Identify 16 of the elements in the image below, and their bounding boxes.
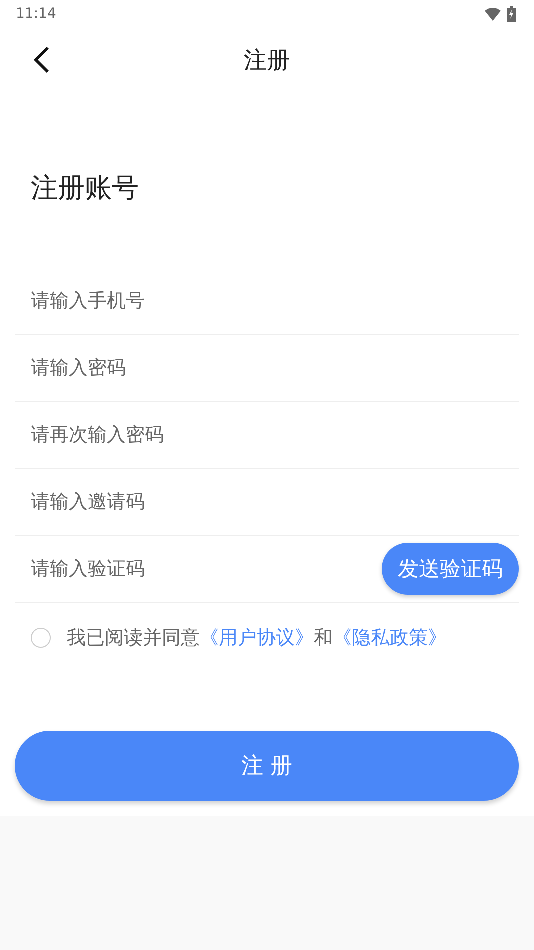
input-field[interactable]: 请再次输入密码 [15,402,519,468]
agreement-link[interactable]: 《用户协议》 [200,627,314,649]
heading: 注册账号 [31,172,140,206]
send-code-button[interactable]: 发送验证码 [382,543,519,595]
register-button[interactable]: 注 册 [15,731,519,801]
wifi-icon [485,8,501,20]
input-field[interactable]: 请输入邀请码 [15,469,519,535]
input-field[interactable]: 请输入密码 [15,335,519,401]
agreement-text: 我已阅读并同意《用户协议》和《隐私政策》 [67,626,447,651]
input-field[interactable]: 请输入手机号 [15,268,519,334]
agreement-link[interactable]: 《隐私政策》 [333,627,447,649]
input-field[interactable]: 请输入验证码 [15,536,382,602]
page-title: 注册 [244,46,290,76]
agree-checkbox[interactable] [31,628,51,648]
battery-icon [507,6,516,22]
status-time: 11:14 [16,6,56,22]
